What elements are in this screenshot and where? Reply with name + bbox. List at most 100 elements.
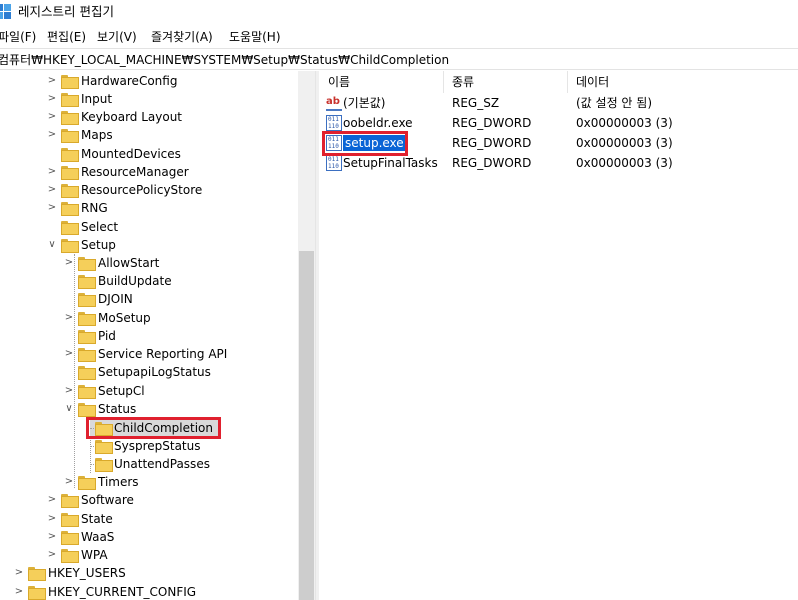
tree-scrollbar-thumb[interactable] (299, 251, 314, 600)
address-bar[interactable]: 컴퓨터₩HKEY_LOCAL_MACHINE₩SYSTEM₩Setup₩Stat… (0, 48, 798, 70)
title-bar: 레지스트리 편집기 (0, 0, 798, 26)
tree-item-label: Maps (81, 128, 113, 142)
address-path[interactable]: 컴퓨터₩HKEY_LOCAL_MACHINE₩SYSTEM₩Setup₩Stat… (0, 52, 449, 68)
menu-favorites[interactable]: 즐겨찾기(A) (151, 29, 213, 45)
column-separator[interactable] (567, 71, 568, 93)
folder-icon (61, 221, 79, 235)
folder-icon (78, 348, 96, 362)
chevron-right-icon[interactable]: > (63, 254, 75, 272)
folder-icon (61, 129, 79, 143)
menu-help[interactable]: 도움말(H) (229, 29, 281, 45)
value-name: (기본값) (343, 96, 386, 110)
folder-icon (61, 549, 79, 563)
folder-icon (61, 531, 79, 545)
chevron-right-icon[interactable]: > (46, 199, 58, 217)
tree-item-label: State (81, 512, 113, 526)
tree-scrollbar[interactable] (298, 71, 315, 600)
chevron-right-icon[interactable]: > (46, 546, 58, 564)
chevron-right-icon[interactable]: > (13, 564, 25, 582)
window-title: 레지스트리 편집기 (18, 4, 114, 19)
tree-item-label: Input (81, 92, 113, 106)
setup-exe-highlight-box (322, 131, 408, 156)
tree-item-label: Software (81, 493, 134, 507)
tree-item-label: MoSetup (98, 311, 151, 325)
chevron-right-icon[interactable]: > (63, 473, 75, 491)
tree-item-label: MountedDevices (81, 147, 181, 161)
chevron-right-icon[interactable]: > (63, 345, 75, 363)
column-header-name[interactable]: 이름 (328, 74, 350, 90)
folder-icon (95, 458, 113, 472)
folder-icon (61, 494, 79, 508)
tree-item-label: Status (98, 402, 137, 416)
tree-item-label: Select (81, 220, 119, 234)
value-type: REG_SZ (452, 96, 500, 110)
folder-icon (78, 385, 96, 399)
value-row-setupfinaltasks[interactable]: SetupFinalTasks REG_DWORD 0x00000003 (3) (319, 153, 798, 173)
tree-item-label: SetupapiLogStatus (98, 365, 211, 379)
folder-icon (61, 166, 79, 180)
tree-item-label: HKEY_USERS (48, 566, 126, 580)
tree-item-label: DJOIN (98, 292, 133, 306)
column-header-data[interactable]: 데이터 (576, 74, 609, 90)
chevron-down-icon[interactable]: ∨ (63, 400, 75, 418)
folder-icon (61, 184, 79, 198)
value-type: REG_DWORD (452, 116, 532, 130)
menu-bar: 파일(F) 편집(E) 보기(V) 즐겨찾기(A) 도움말(H) (0, 27, 798, 47)
folder-icon (61, 202, 79, 216)
chevron-right-icon[interactable]: > (46, 163, 58, 181)
tree-item-label: ResourceManager (81, 165, 189, 179)
chevron-down-icon[interactable]: ∨ (46, 236, 58, 254)
folder-icon (61, 148, 79, 162)
folder-icon (78, 476, 96, 490)
column-header-type[interactable]: 종류 (452, 74, 474, 90)
chevron-right-icon[interactable]: > (46, 72, 58, 90)
value-row-oobeldr[interactable]: oobeldr.exe REG_DWORD 0x00000003 (3) (319, 113, 798, 133)
folder-icon (61, 93, 79, 107)
tree-item-label: UnattendPasses (114, 457, 210, 471)
tree-item-label: WaaS (81, 530, 115, 544)
menu-edit[interactable]: 편집(E) (47, 29, 86, 45)
column-separator[interactable] (443, 71, 444, 93)
folder-icon (28, 586, 46, 600)
tree-item-label: BuildUpdate (98, 274, 172, 288)
chevron-right-icon[interactable]: > (63, 309, 75, 327)
key-tree[interactable]: > HardwareConfig > Input > Keyboard Layo… (0, 71, 315, 600)
folder-icon (61, 239, 79, 253)
folder-icon (78, 312, 96, 326)
value-data: 0x00000003 (3) (576, 136, 673, 150)
chevron-right-icon[interactable]: > (46, 528, 58, 546)
tree-item-label: SysprepStatus (114, 439, 201, 453)
tree-item-label: Pid (98, 329, 116, 343)
chevron-right-icon[interactable]: > (63, 382, 75, 400)
chevron-right-icon[interactable]: > (46, 181, 58, 199)
value-type: REG_DWORD (452, 136, 532, 150)
tree-item-label: RNG (81, 201, 108, 215)
tree-item-label: Timers (98, 475, 139, 489)
childcompletion-highlight-box (86, 417, 221, 439)
chevron-right-icon[interactable]: > (13, 583, 25, 600)
chevron-right-icon[interactable]: > (46, 510, 58, 528)
value-data: 0x00000003 (3) (576, 156, 673, 170)
folder-icon (28, 567, 46, 581)
folder-icon (78, 293, 96, 307)
chevron-right-icon[interactable]: > (46, 90, 58, 108)
tree-item-label: Setup (81, 238, 116, 252)
tree-item-label: SetupCl (98, 384, 145, 398)
value-name: SetupFinalTasks (343, 156, 438, 170)
tree-item-label: HardwareConfig (81, 74, 178, 88)
value-data: 0x00000003 (3) (576, 116, 673, 130)
folder-icon (78, 403, 96, 417)
folder-icon (95, 440, 113, 454)
folder-icon (61, 513, 79, 527)
chevron-right-icon[interactable]: > (46, 108, 58, 126)
tree-item-label: Service Reporting API (98, 347, 228, 361)
tree-item-label: WPA (81, 548, 108, 562)
value-row-default[interactable]: ab (기본값) REG_SZ (값 설정 안 됨) (319, 93, 798, 113)
tree-item-label: Keyboard Layout (81, 110, 183, 124)
registry-editor-icon (0, 4, 11, 19)
chevron-right-icon[interactable]: > (46, 491, 58, 509)
menu-view[interactable]: 보기(V) (97, 29, 137, 45)
chevron-right-icon[interactable]: > (46, 126, 58, 144)
value-name: oobeldr.exe (343, 116, 413, 130)
menu-file[interactable]: 파일(F) (0, 29, 36, 45)
